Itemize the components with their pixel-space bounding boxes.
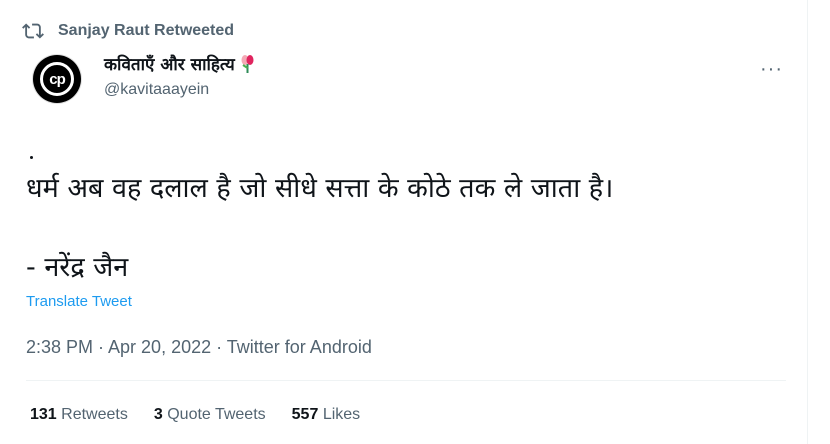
likes-count: 557 bbox=[291, 406, 319, 423]
translate-tweet-link[interactable]: Translate Tweet bbox=[26, 293, 132, 310]
likes-label: Likes bbox=[322, 406, 361, 423]
avatar-logo: cp bbox=[40, 62, 74, 96]
retweets-count: 131 bbox=[30, 406, 57, 423]
author-avatar[interactable]: cp bbox=[33, 55, 81, 103]
quote-tweets-label: Quote Tweets bbox=[167, 406, 266, 423]
retweet-icon bbox=[22, 23, 44, 39]
author-display-name-row[interactable]: कविताएँ और साहित्य bbox=[104, 52, 257, 75]
retweets-label: Retweets bbox=[61, 406, 128, 423]
tweet-text-line1: धर्म अब वह दलाल है जो सीधे सत्ता के कोठे… bbox=[26, 173, 614, 204]
tweet-timestamp-source[interactable]: 2:38 PM · Apr 20, 2022 · Twitter for And… bbox=[26, 337, 372, 358]
divider bbox=[26, 380, 786, 381]
avatar-text: cp bbox=[49, 70, 65, 88]
author-handle[interactable]: @kavitaaayein bbox=[104, 81, 257, 99]
author-info: कविताएँ और साहित्य @kavitaaayein bbox=[104, 52, 257, 99]
tweet-stats: 131 Retweets 3 Quote Tweets 557 Likes bbox=[30, 406, 360, 424]
retweet-context[interactable]: Sanjay Raut Retweeted bbox=[22, 20, 234, 42]
tweet-text-line2: - नरेंद्र जैन bbox=[26, 252, 129, 283]
author-display-name: कविताएँ और साहित्य bbox=[104, 55, 235, 75]
more-options-icon[interactable]: ··· bbox=[760, 58, 783, 81]
likes-stat[interactable]: 557 Likes bbox=[292, 406, 361, 424]
column-border bbox=[807, 0, 808, 444]
quote-tweets-stat[interactable]: 3 Quote Tweets bbox=[154, 406, 266, 424]
quote-tweets-count: 3 bbox=[153, 406, 163, 423]
retweet-label: Sanjay Raut Retweeted bbox=[58, 22, 235, 39]
retweets-stat[interactable]: 131 Retweets bbox=[30, 406, 128, 424]
flower-bouquet-icon bbox=[241, 54, 254, 73]
decorative-dot bbox=[30, 156, 33, 159]
